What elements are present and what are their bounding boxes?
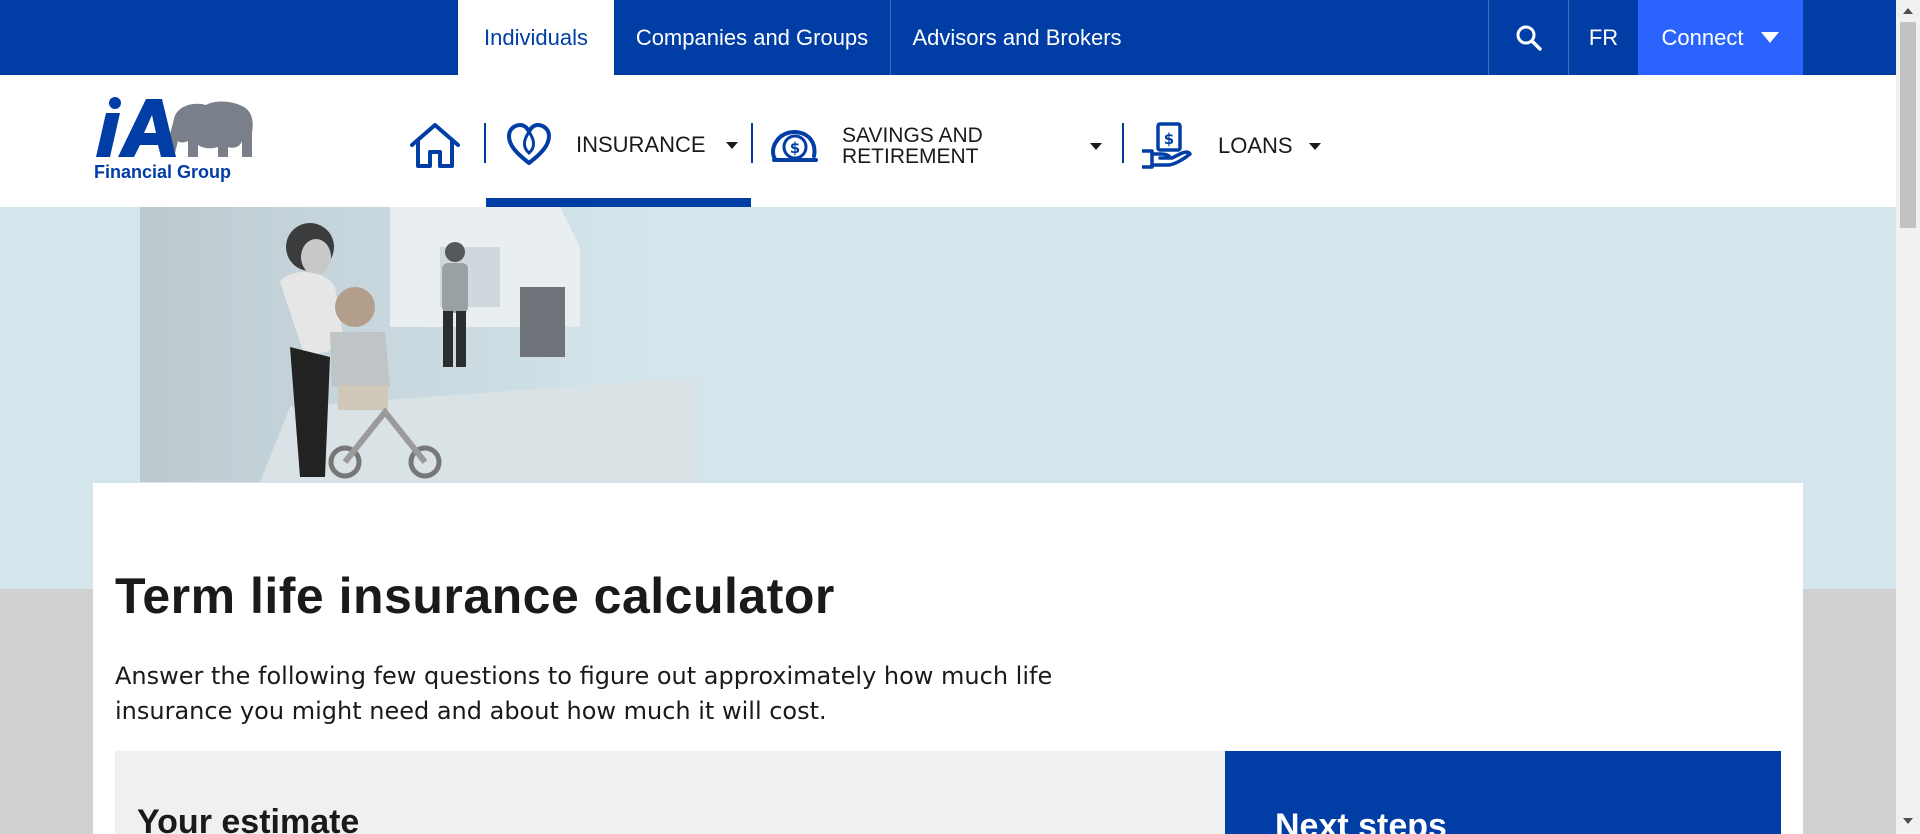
top-utility-bar: Individuals Companies and Groups Advisor… [0, 0, 1896, 75]
nav-insurance-label: INSURANCE [576, 132, 706, 157]
chevron-down-icon [1308, 142, 1321, 150]
connect-button[interactable]: Connect [1638, 0, 1803, 75]
family-photo [140, 207, 700, 482]
intro-text: Answer the following few questions to fi… [115, 662, 1053, 725]
heart-icon [507, 123, 551, 165]
next-steps-title: Next steps [1275, 807, 1447, 834]
svg-text:$: $ [1164, 130, 1174, 148]
tab-advisors-label: Advisors and Brokers [912, 24, 1122, 50]
tab-companies-label: Companies and Groups [635, 24, 869, 50]
chevron-down-icon [1090, 142, 1102, 150]
page-scrollbar[interactable] [1896, 0, 1920, 834]
tab-advisors-and-brokers[interactable]: Advisors and Brokers [891, 0, 1143, 75]
tab-individuals-label: Individuals [484, 24, 588, 50]
chevron-down-icon [1761, 32, 1780, 43]
next-steps-panel: Next steps [1225, 751, 1781, 834]
svg-text:$: $ [790, 139, 800, 157]
language-toggle[interactable]: FR [1569, 0, 1638, 75]
main-navigation: Financial Group INSURANCE $ SAVINGS AND … [0, 75, 1896, 207]
estimate-title: Your estimate [137, 803, 360, 834]
divider [484, 123, 486, 163]
nav-savings-and-retirement[interactable]: $ SAVINGS AND RETIREMENT [770, 125, 1102, 167]
scroll-down-arrow-icon[interactable] [1903, 818, 1913, 824]
divider [751, 123, 753, 163]
nav-insurance[interactable]: INSURANCE [506, 123, 738, 167]
scroll-up-arrow-icon[interactable] [1903, 8, 1913, 14]
scroll-thumb[interactable] [1900, 22, 1916, 228]
search-button[interactable] [1489, 0, 1568, 75]
tab-companies-and-groups[interactable]: Companies and Groups [614, 0, 890, 75]
tab-individuals[interactable]: Individuals [458, 0, 614, 75]
nav-savings-label: SAVINGS AND RETIREMENT [842, 124, 983, 168]
divider [1122, 123, 1124, 163]
nav-loans-label: LOANS [1218, 133, 1293, 158]
nav-home[interactable] [408, 121, 462, 169]
piggy-bank-icon: $ [771, 130, 818, 162]
connect-label: Connect [1661, 24, 1744, 50]
active-nav-indicator [486, 198, 751, 207]
calculator-card: Term life insurance calculator Answer th… [93, 483, 1803, 834]
language-label: FR [1588, 24, 1619, 50]
home-icon [410, 123, 460, 168]
estimate-panel: Your estimate [115, 751, 1225, 834]
nav-loans[interactable]: $ LOANS [1140, 121, 1321, 171]
logo-subtitle: Financial Group [94, 162, 232, 182]
search-icon [1516, 25, 1542, 51]
hand-money-icon: $ [1142, 122, 1192, 169]
page-title: Term life insurance calculator [115, 568, 835, 624]
chevron-down-icon [725, 141, 738, 149]
